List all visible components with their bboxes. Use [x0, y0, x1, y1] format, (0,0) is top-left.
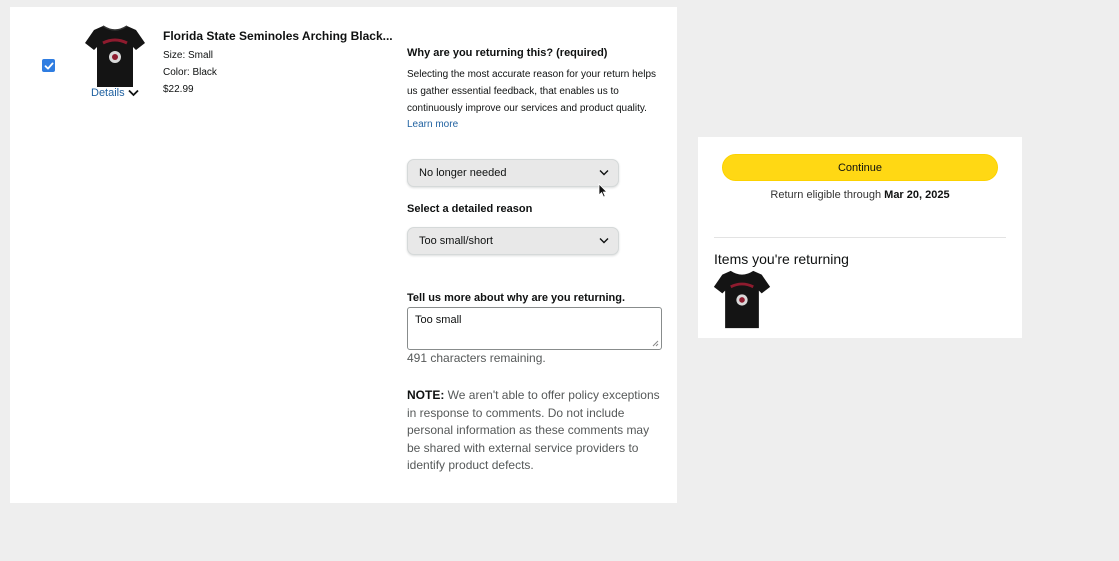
comment-value: Too small: [415, 314, 462, 326]
product-size: Size: Small: [163, 50, 214, 61]
items-returning-heading: Items you're returning: [714, 251, 849, 267]
page: Details Florida State Seminoles Arching …: [0, 0, 1119, 561]
continue-button[interactable]: Continue: [722, 154, 998, 181]
detailed-reason-select[interactable]: Too small/short: [407, 227, 619, 255]
note-label: NOTE:: [407, 388, 445, 402]
cursor-icon: [598, 183, 608, 198]
return-reason-select[interactable]: No longer needed: [407, 159, 619, 187]
eligible-date: Mar 20, 2025: [884, 189, 950, 201]
reason-section: Why are you returning this? (required) S…: [407, 47, 665, 133]
detailed-reason-heading: Select a detailed reason: [407, 203, 533, 215]
reason-description: Selecting the most accurate reason for y…: [407, 69, 657, 114]
product-price: $22.99: [163, 84, 194, 95]
item-checkbox[interactable]: [42, 59, 55, 72]
return-reason-value: No longer needed: [419, 167, 507, 179]
chevron-down-icon: [599, 170, 609, 176]
details-label: Details: [91, 87, 125, 99]
note-text: We aren't able to offer policy exception…: [407, 388, 660, 472]
details-toggle[interactable]: Details: [91, 87, 139, 99]
product-image: [85, 25, 145, 87]
return-eligibility: Return eligible through Mar 20, 2025: [698, 189, 1022, 201]
comment-textarea[interactable]: Too small: [407, 307, 662, 350]
checkmark-icon: [44, 62, 53, 69]
learn-more-link[interactable]: Learn more: [407, 117, 665, 133]
detailed-reason-value: Too small/short: [419, 235, 493, 247]
product-color: Color: Black: [163, 67, 217, 78]
product-info: Florida State Seminoles Arching Black...…: [163, 29, 393, 98]
chars-remaining: 491 characters remaining.: [407, 351, 546, 365]
eligible-prefix: Return eligible through: [770, 189, 885, 201]
chevron-down-icon: [127, 89, 139, 97]
reason-heading: Why are you returning this? (required): [407, 47, 608, 59]
divider: [714, 237, 1006, 238]
return-summary-card: Continue Return eligible through Mar 20,…: [698, 137, 1022, 338]
chevron-down-icon: [599, 238, 609, 244]
return-item-card: Details Florida State Seminoles Arching …: [10, 7, 677, 503]
resize-grip-icon[interactable]: [652, 340, 659, 347]
returning-item-thumbnail: [713, 270, 771, 329]
policy-note: NOTE: We aren't able to offer policy exc…: [407, 387, 665, 475]
comment-heading: Tell us more about why are you returning…: [407, 292, 625, 304]
product-title: Florida State Seminoles Arching Black...: [163, 29, 393, 43]
